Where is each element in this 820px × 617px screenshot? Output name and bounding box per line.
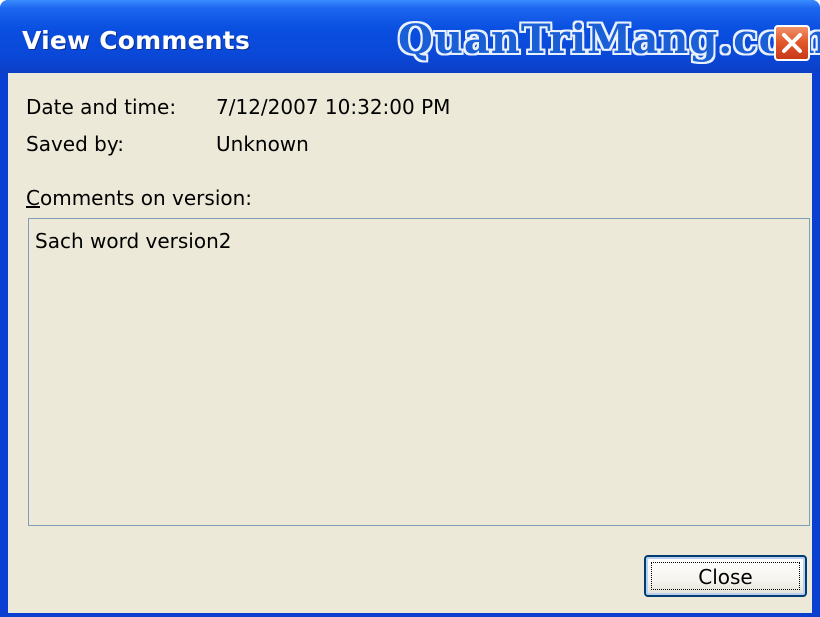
window-title: View Comments xyxy=(22,26,251,55)
comments-textarea[interactable]: Sach word version2 xyxy=(28,218,810,526)
watermark-logo: QuanTriMang.com xyxy=(398,16,820,63)
comments-label-accelerator: C xyxy=(26,186,40,210)
date-time-value: 7/12/2007 10:32:00 PM xyxy=(216,95,451,119)
close-button[interactable]: Close xyxy=(644,555,807,597)
dialog-window: View Comments QuanTriMang.com Date and t… xyxy=(0,0,820,617)
window-bottom-border xyxy=(0,613,820,617)
date-time-label: Date and time: xyxy=(26,95,177,119)
saved-by-value: Unknown xyxy=(216,132,309,156)
saved-by-label: Saved by: xyxy=(26,132,124,156)
title-close-button[interactable] xyxy=(774,25,810,61)
close-icon xyxy=(782,33,802,53)
comments-label: Comments on version: xyxy=(26,186,252,210)
dialog-body: Date and time: 7/12/2007 10:32:00 PM Sav… xyxy=(8,73,812,613)
close-button-label: Close xyxy=(698,565,753,589)
title-bar[interactable]: View Comments QuanTriMang.com xyxy=(0,0,820,73)
comments-text: Sach word version2 xyxy=(35,229,232,253)
comments-label-text: omments on version: xyxy=(39,186,253,210)
